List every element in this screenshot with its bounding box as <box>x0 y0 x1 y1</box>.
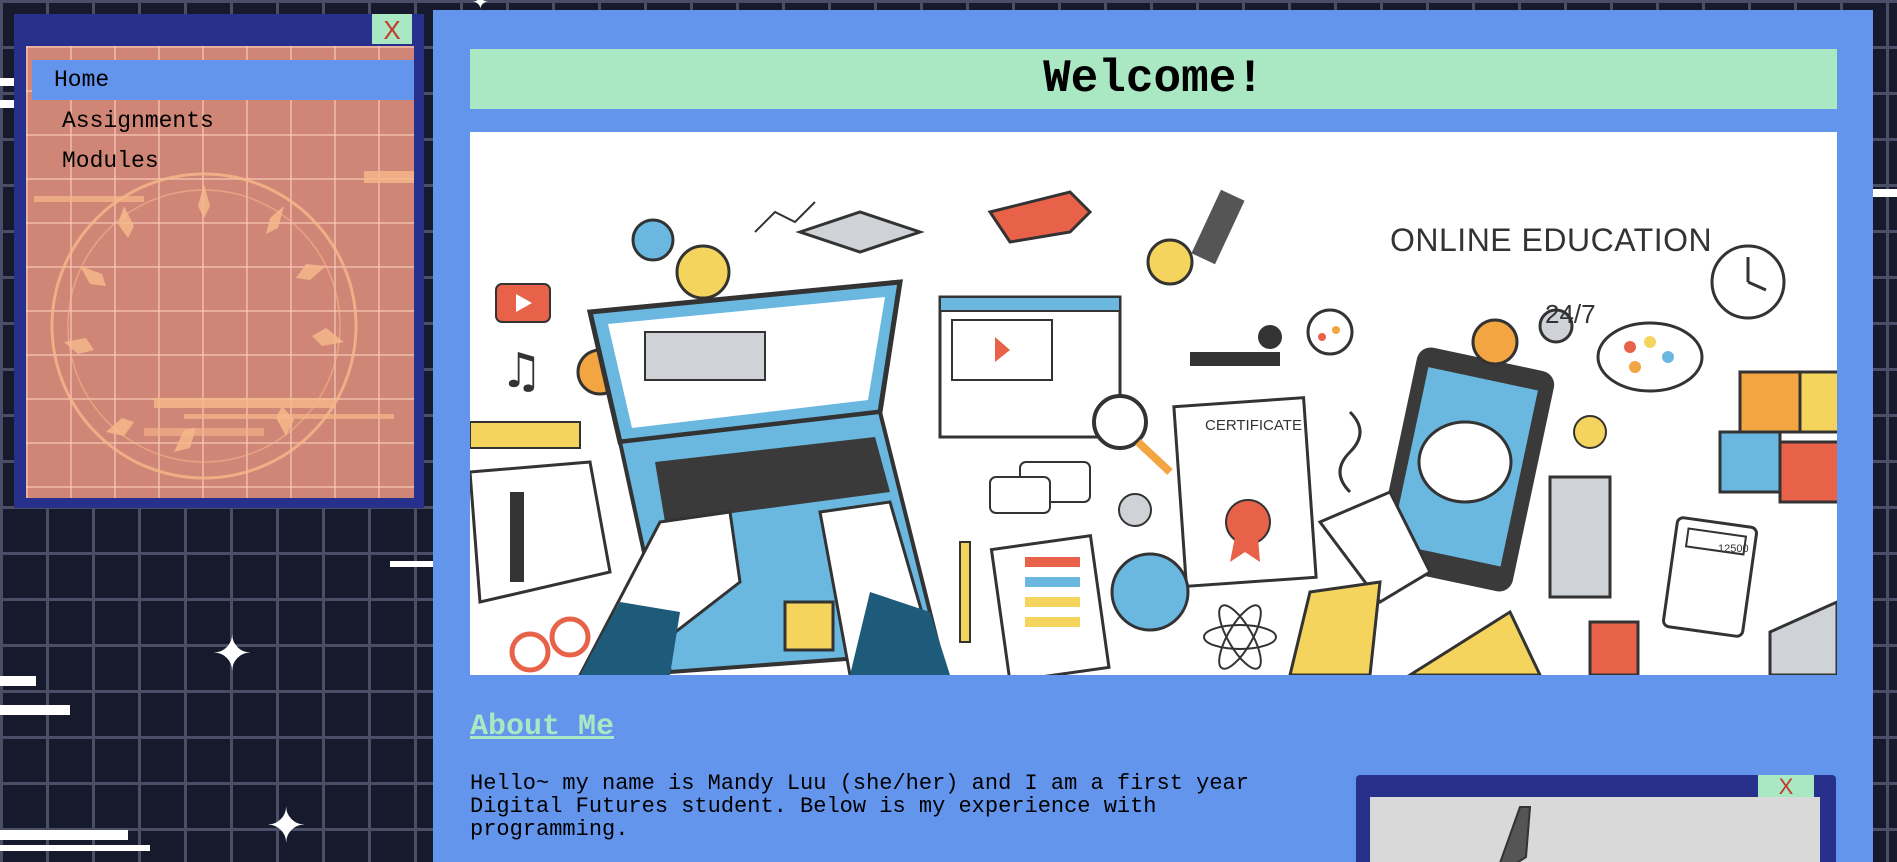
nav-close-button[interactable]: X <box>372 14 412 45</box>
sub-window: X <box>1356 775 1836 862</box>
decorative-streak <box>0 676 36 686</box>
flask-icon <box>1306 308 1354 356</box>
nav-panel: Home Assignments Modules <box>26 46 414 498</box>
book-illustration <box>470 460 612 604</box>
checklist-illustration <box>989 533 1111 675</box>
nav-item-home[interactable]: Home <box>32 60 414 100</box>
puzzle-icon <box>1718 370 1837 504</box>
online-education-illustration: ♫ <box>470 189 1837 675</box>
atom-icon <box>1203 604 1277 670</box>
decorative-streak <box>0 100 14 108</box>
certificate-label: CERTIFICATE <box>1205 417 1302 434</box>
notebook-icon <box>1548 475 1612 599</box>
hero-247-label: 24/7 <box>1545 299 1596 329</box>
calculator-display: 12500 <box>1718 543 1749 555</box>
nav-item-assignments[interactable]: Assignments <box>26 101 414 141</box>
sparkle-icon: ✦ <box>212 626 253 682</box>
palette-icon <box>1596 321 1704 393</box>
title-bar: Welcome! <box>470 49 1837 109</box>
sub-window-content <box>1370 797 1820 862</box>
about-heading[interactable]: About Me <box>470 710 614 744</box>
magnifier-icon <box>1092 394 1148 450</box>
rocket-icon <box>987 190 1093 244</box>
cursor-arrow-icon <box>1499 806 1532 862</box>
gear-icon <box>1471 318 1519 366</box>
sparkle-icon: ✦ <box>266 798 307 854</box>
gear-icon <box>631 218 675 262</box>
decorative-streak <box>0 830 128 840</box>
globe-icon <box>1110 552 1190 632</box>
nav-window: X Home Assignments Modules <box>14 14 424 508</box>
hero-image: ♫ ONLINE EDUCATION 24/7 CERTIFICATE 1250… <box>470 132 1837 675</box>
decorative-streak <box>1873 189 1897 197</box>
sub-window-close-button[interactable]: X <box>1758 775 1814 799</box>
page-title: Welcome! <box>1043 53 1264 105</box>
main-content: Welcome! ♫ ONLINE EDUCATION 24/7 CERTIFI… <box>433 10 1873 862</box>
decorative-streak <box>0 78 14 86</box>
decorative-streak <box>0 845 150 851</box>
calculator-illustration <box>1662 516 1758 638</box>
hero-caption: ONLINE EDUCATION <box>1390 222 1713 258</box>
microscope-illustration <box>1190 189 1282 366</box>
compass-dial-decoration <box>34 171 414 480</box>
gear-icon <box>675 244 731 300</box>
decorative-streak <box>0 705 70 715</box>
svg-text:♫: ♫ <box>500 343 543 399</box>
glasses-icon <box>509 631 551 673</box>
ruler-illustration <box>470 421 581 449</box>
decorative-streak <box>390 561 433 567</box>
smiley-icon <box>1573 415 1607 449</box>
about-text: Hello~ my name is Mandy Luu (she/her) an… <box>470 771 1249 842</box>
lightbulb-icon <box>1146 238 1194 286</box>
